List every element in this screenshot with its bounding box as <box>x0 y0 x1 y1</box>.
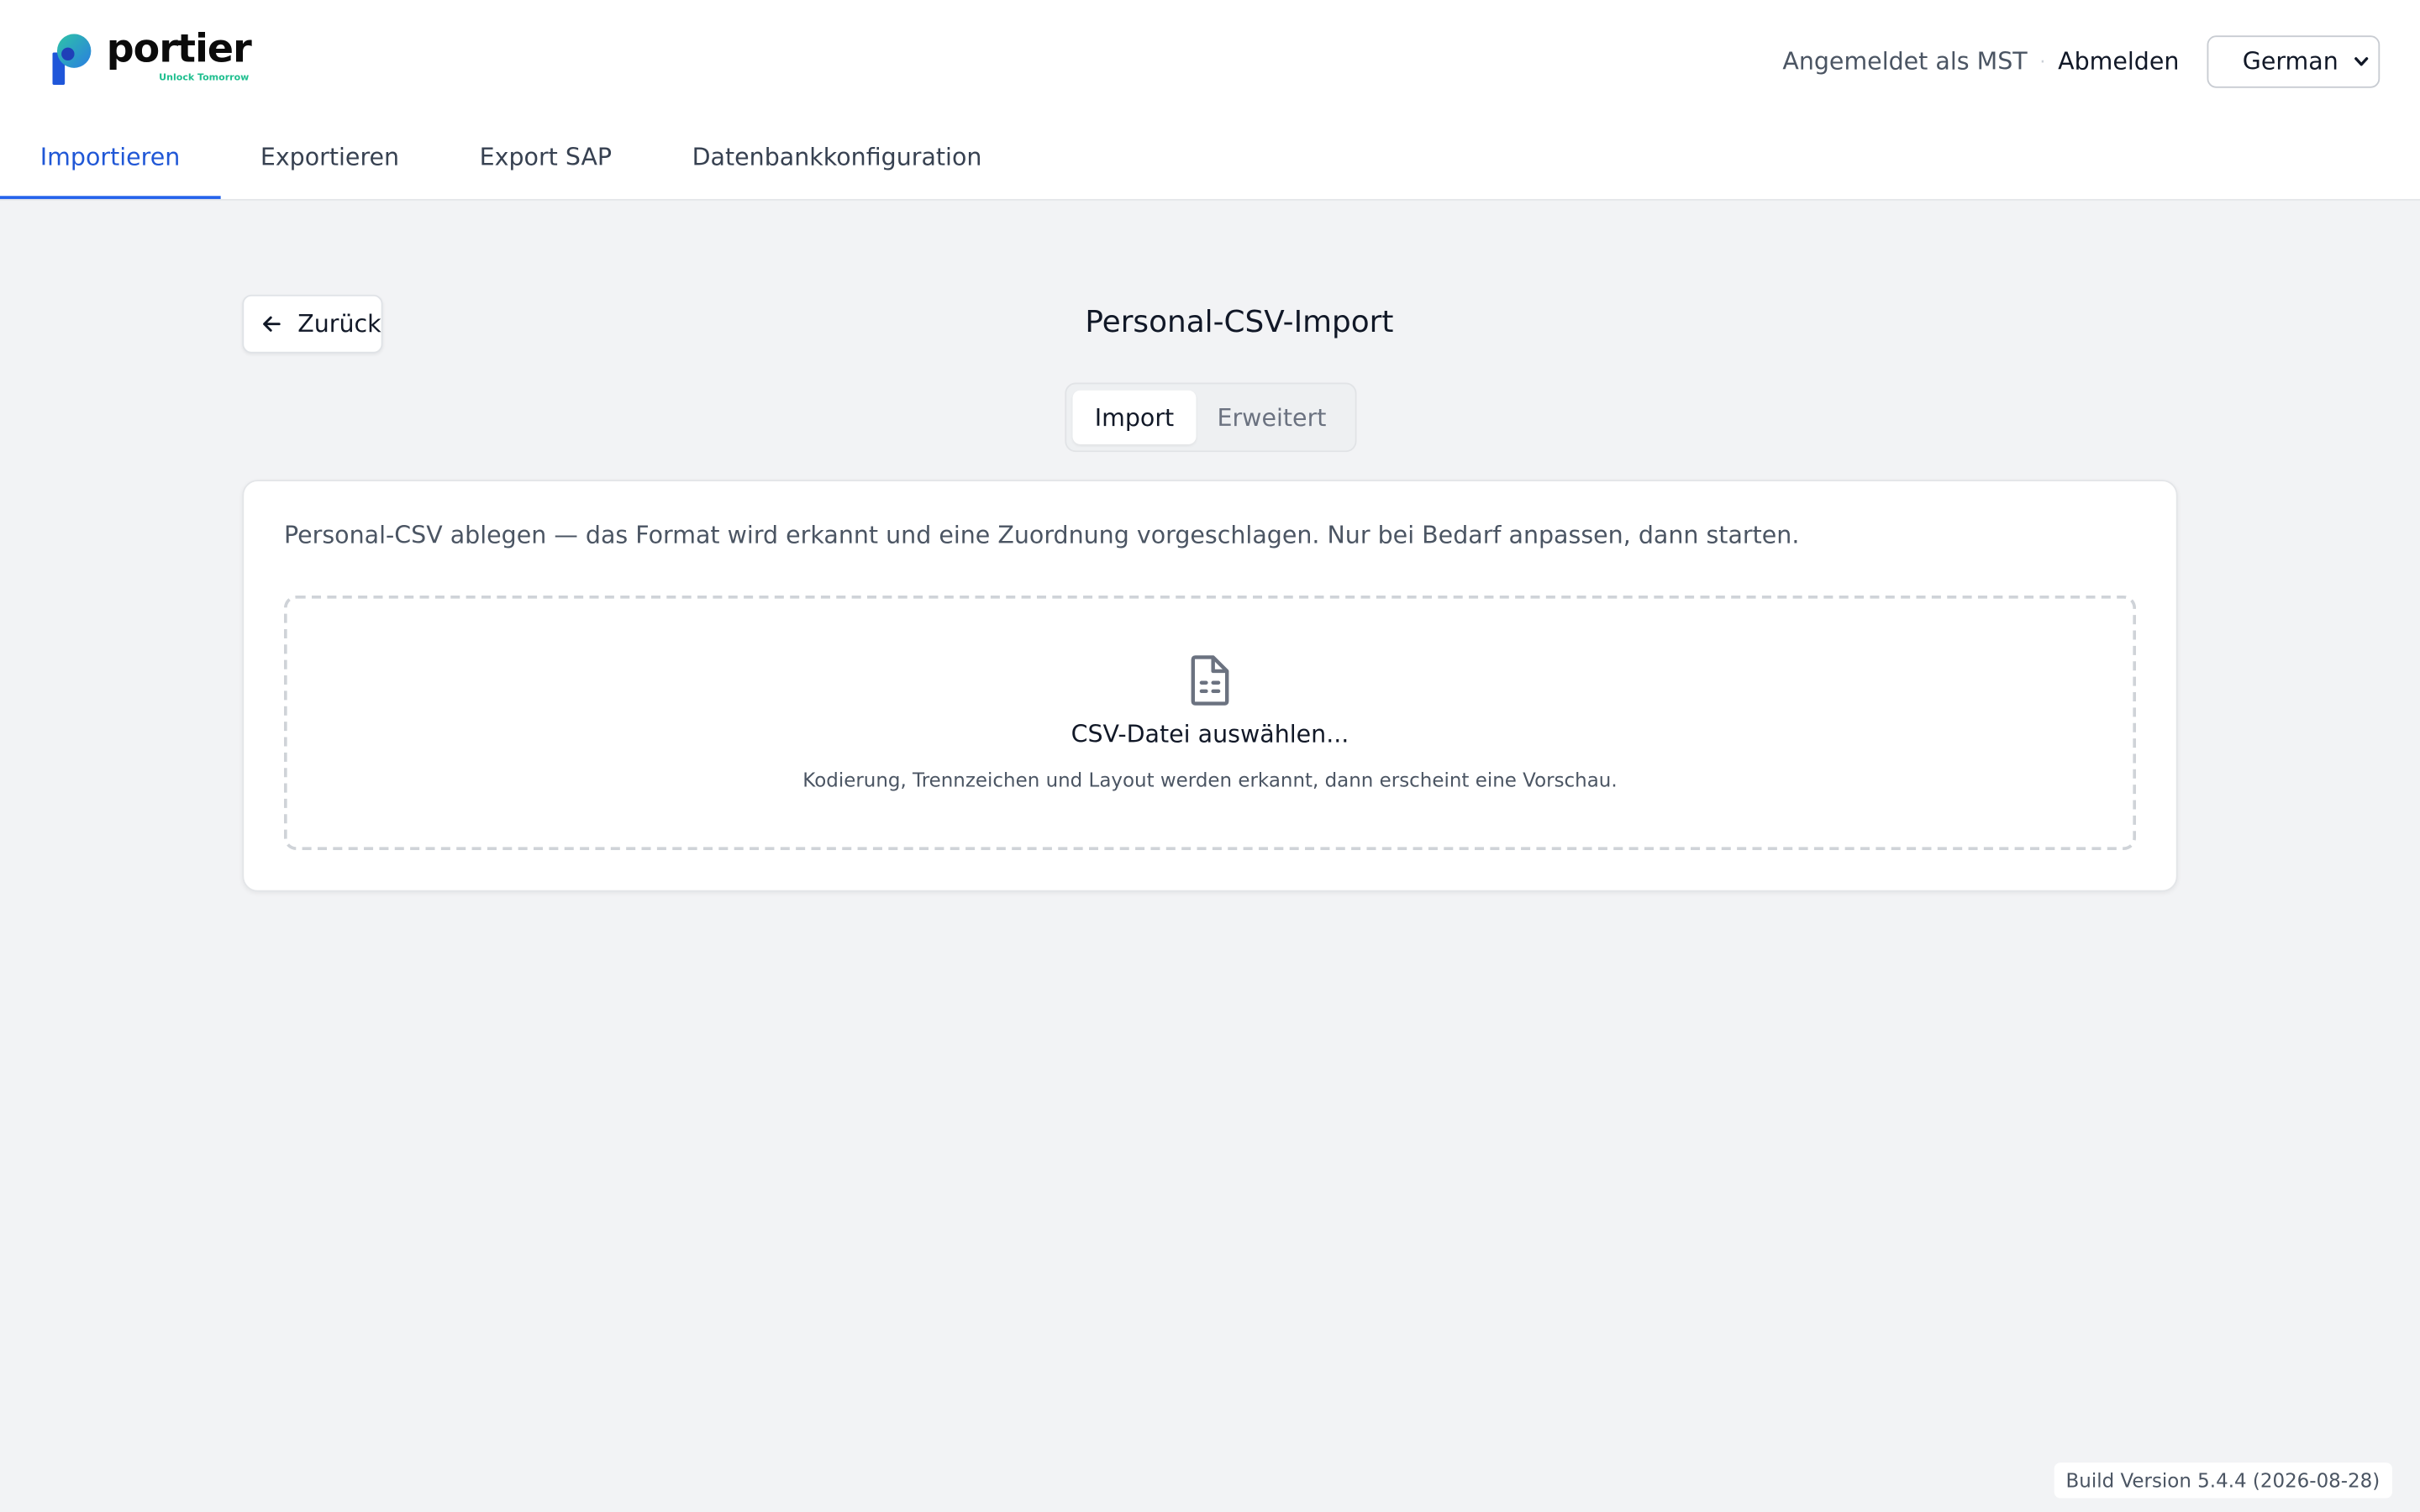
logo-tagline: Unlock Tomorrow <box>159 72 250 84</box>
tab-label: Datenbankkonfiguration <box>692 143 982 171</box>
tab-exportieren[interactable]: Exportieren <box>220 123 439 197</box>
page-title: Personal-CSV-Import <box>1085 303 1394 340</box>
tab-export-sap[interactable]: Export SAP <box>439 123 652 197</box>
main-nav-tabs: Importieren Exportieren Export SAP Daten… <box>0 123 1022 199</box>
arrow-left-icon <box>263 316 281 332</box>
language-select-value: German <box>2242 47 2338 76</box>
mode-tab-import[interactable]: Import <box>1072 390 1197 444</box>
file-text-icon <box>1191 655 1229 706</box>
build-version-badge: Build Version 5.4.4 (2026-08-28) <box>2053 1462 2392 1499</box>
tab-label: Importieren <box>39 143 181 171</box>
logo-wordmark: portier <box>106 26 252 71</box>
tab-label: Export SAP <box>479 143 613 171</box>
dropzone-subtitle: Kodierung, Trennzeichen und Layout werde… <box>802 768 1618 792</box>
header-separator: · <box>2039 50 2046 73</box>
app-root: portier Unlock Tomorrow Angemeldet als M… <box>0 0 2420 1512</box>
import-card: Personal-CSV ablegen — das Format wird e… <box>242 480 2178 892</box>
mode-tab-label: Import <box>1094 403 1175 432</box>
logout-link[interactable]: Abmelden <box>2058 48 2179 76</box>
csv-dropzone[interactable]: CSV-Datei auswählen... Kodierung, Trennz… <box>283 595 2137 851</box>
dropzone-title: CSV-Datei auswählen... <box>1071 720 1349 748</box>
back-button-label: Zurück <box>297 310 381 339</box>
user-area: Angemeldet als MST · Abmelden German <box>1782 35 2381 88</box>
top-bar: portier Unlock Tomorrow Angemeldet als M… <box>0 0 2420 201</box>
mode-tab-erweitert[interactable]: Erweitert <box>1196 391 1347 444</box>
back-button[interactable]: Zurück <box>242 294 383 354</box>
chevron-down-icon <box>2354 57 2369 66</box>
import-description: Personal-CSV ablegen — das Format wird e… <box>283 521 1800 549</box>
portier-logo-mark-icon <box>52 34 92 86</box>
portier-logo[interactable]: portier Unlock Tomorrow <box>52 26 253 88</box>
tab-importieren[interactable]: Importieren <box>0 123 220 199</box>
tab-datenbankkonfiguration[interactable]: Datenbankkonfiguration <box>652 123 1022 197</box>
tab-label: Exportieren <box>260 143 400 171</box>
language-select[interactable]: German <box>2207 35 2381 88</box>
mode-tab-label: Erweitert <box>1217 403 1327 432</box>
logged-in-user-label: Angemeldet als MST <box>1782 47 2028 76</box>
mode-switch: Import Erweitert <box>1065 382 1357 453</box>
